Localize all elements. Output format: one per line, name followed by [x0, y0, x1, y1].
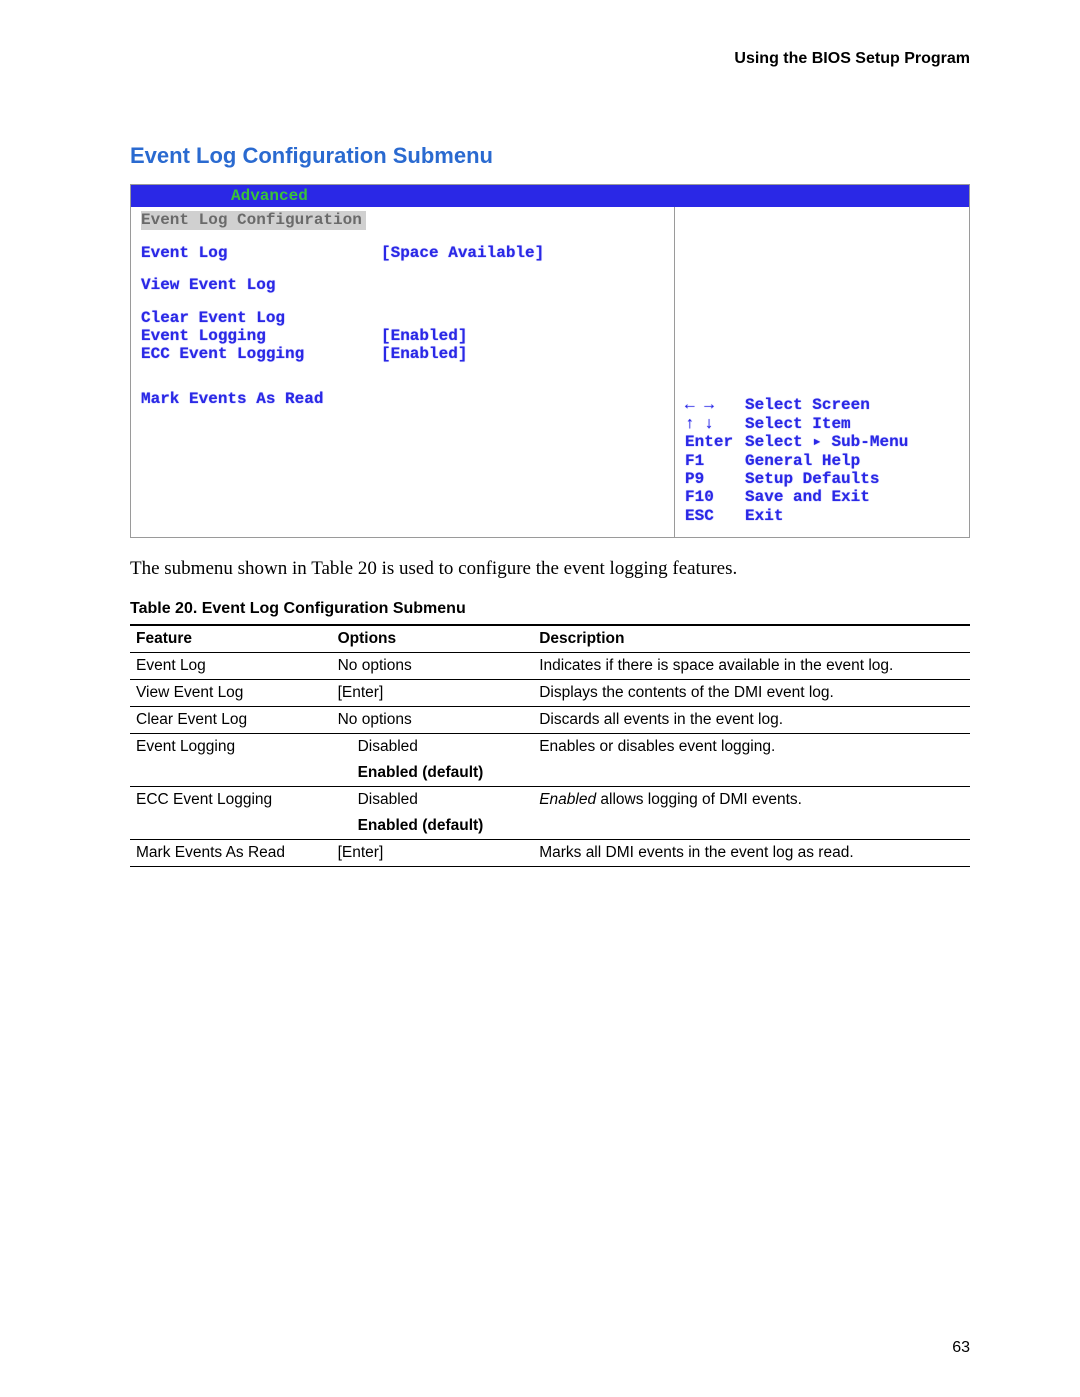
td-desc: Enables or disables event logging. [533, 734, 970, 761]
bios-label: Event Log [141, 244, 381, 262]
td-feature: Mark Events As Read [130, 840, 332, 867]
bios-row-clear-event-log: Clear Event Log [141, 309, 664, 327]
td-desc: Discards all events in the event log. [533, 707, 970, 734]
td-options: No options [332, 653, 534, 680]
td-feature [130, 760, 332, 787]
page-number: 63 [952, 1339, 970, 1357]
help-key: P9 [685, 470, 745, 488]
th-description: Description [533, 625, 970, 653]
bios-left-pane: Event Log Configuration Event Log [Space… [131, 207, 675, 537]
help-key: F10 [685, 488, 745, 506]
th-options: Options [332, 625, 534, 653]
td-options: [Enter] [332, 680, 534, 707]
td-options: No options [332, 707, 534, 734]
td-options: Disabled [332, 734, 534, 761]
bios-row-event-logging: Event Logging [Enabled] [141, 327, 664, 345]
td-desc: Indicates if there is space available in… [533, 653, 970, 680]
bios-screen-title: Event Log Configuration [141, 211, 366, 229]
bios-label: View Event Log [141, 276, 381, 294]
running-header: Using the BIOS Setup Program [130, 50, 970, 68]
table-row: Enabled (default) [130, 760, 970, 787]
td-feature: Event Logging [130, 734, 332, 761]
body-paragraph: The submenu shown in Table 20 is used to… [130, 558, 970, 580]
td-options: [Enter] [332, 840, 534, 867]
bios-label: Clear Event Log [141, 309, 381, 327]
bios-row-mark-events-as-read: Mark Events As Read [141, 390, 664, 408]
help-text: Exit [745, 507, 959, 525]
bios-help-row: ↑ ↓Select Item [685, 415, 959, 433]
bios-value: [Enabled] [381, 327, 664, 345]
bios-row-event-log: Event Log [Space Available] [141, 244, 664, 262]
bios-help-row: P9Setup Defaults [685, 470, 959, 488]
bios-label: ECC Event Logging [141, 345, 381, 363]
table-row: View Event Log [Enter] Displays the cont… [130, 680, 970, 707]
td-options: Disabled [332, 787, 534, 814]
help-text: Setup Defaults [745, 470, 959, 488]
feature-table: Feature Options Description Event Log No… [130, 624, 970, 867]
help-text: General Help [745, 452, 959, 470]
bios-row-ecc-event-logging: ECC Event Logging [Enabled] [141, 345, 664, 363]
bios-help-row: ESCExit [685, 507, 959, 525]
help-text: Save and Exit [745, 488, 959, 506]
td-options: Enabled (default) [332, 760, 534, 787]
table-row: Event Logging Disabled Enables or disabl… [130, 734, 970, 761]
table-row: Mark Events As Read [Enter] Marks all DM… [130, 840, 970, 867]
bios-label: Event Logging [141, 327, 381, 345]
section-title: Event Log Configuration Submenu [130, 143, 970, 169]
bios-row-view-event-log: View Event Log [141, 276, 664, 294]
table-row: Enabled (default) [130, 813, 970, 840]
bios-help-row: F10Save and Exit [685, 488, 959, 506]
help-text: Select ▸ Sub-Menu [745, 433, 959, 451]
td-options: Enabled (default) [332, 813, 534, 840]
td-desc [533, 813, 970, 840]
td-desc: Enabled allows logging of DMI events. [533, 787, 970, 814]
td-feature: Clear Event Log [130, 707, 332, 734]
help-key: ↑ ↓ [685, 415, 745, 433]
table-row: ECC Event Logging Disabled Enabled allow… [130, 787, 970, 814]
td-feature: View Event Log [130, 680, 332, 707]
help-text: Select Screen [745, 396, 959, 414]
table-row: Event Log No options Indicates if there … [130, 653, 970, 680]
bios-help-row: F1General Help [685, 452, 959, 470]
table-header-row: Feature Options Description [130, 625, 970, 653]
help-key: Enter [685, 433, 745, 451]
bios-screenshot: Advanced Event Log Configuration Event L… [130, 184, 970, 538]
td-feature: Event Log [130, 653, 332, 680]
bios-help-pane: ← →Select Screen ↑ ↓Select Item EnterSel… [675, 207, 969, 537]
bios-label: Mark Events As Read [141, 390, 441, 408]
help-key: F1 [685, 452, 745, 470]
table-caption: Table 20. Event Log Configuration Submen… [130, 600, 970, 618]
td-feature: ECC Event Logging [130, 787, 332, 814]
bios-value: [Space Available] [381, 244, 664, 262]
help-key: ← → [685, 396, 745, 414]
td-desc: Marks all DMI events in the event log as… [533, 840, 970, 867]
bios-menu-tab-advanced: Advanced [231, 187, 308, 205]
help-text: Select Item [745, 415, 959, 433]
help-key: ESC [685, 507, 745, 525]
td-desc: Displays the contents of the DMI event l… [533, 680, 970, 707]
table-row: Clear Event Log No options Discards all … [130, 707, 970, 734]
bios-menubar: Advanced [131, 185, 969, 207]
td-desc [533, 760, 970, 787]
bios-help-row: ← →Select Screen [685, 396, 959, 414]
th-feature: Feature [130, 625, 332, 653]
td-feature [130, 813, 332, 840]
bios-help-row: EnterSelect ▸ Sub-Menu [685, 433, 959, 451]
bios-value: [Enabled] [381, 345, 664, 363]
